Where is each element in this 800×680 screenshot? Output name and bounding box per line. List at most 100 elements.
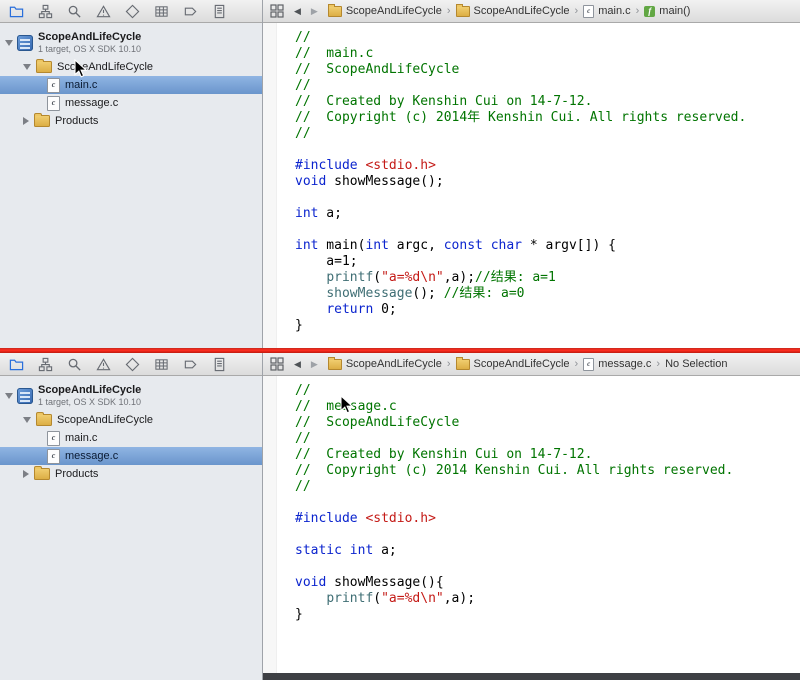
find-navigator-icon[interactable] [66,356,82,372]
code-line[interactable]: // ScopeAndLifeCycle [295,62,800,78]
breadcrumb-item[interactable]: No Selection [665,358,727,370]
code-line[interactable]: // [295,30,800,46]
file-row-main-c[interactable]: main.c [0,76,262,94]
disclosure-open-icon[interactable] [23,417,31,423]
code-view[interactable]: //// message.c// ScopeAndLifeCycle//// C… [277,376,800,680]
code-line[interactable]: a=1; [295,254,800,270]
file-row-message-c[interactable]: message.c [0,447,262,465]
code-line[interactable]: printf("a=%d\n",a);//结果: a=1 [295,270,800,286]
code-line[interactable]: void showMessage(){ [295,575,800,591]
breadcrumb-item[interactable]: ScopeAndLifeCycle [456,358,570,370]
related-items-icon[interactable] [269,356,285,372]
products-row[interactable]: Products [0,465,262,483]
code-line[interactable]: // message.c [295,399,800,415]
code-line[interactable] [295,495,800,511]
debug-navigator-icon[interactable] [153,3,169,19]
report-navigator-icon[interactable] [211,3,227,19]
issue-navigator-icon[interactable] [95,356,111,372]
code-line[interactable]: showMessage(); //结果: a=0 [295,286,800,302]
code-token: showMessage [326,286,412,301]
code-line[interactable]: int a; [295,206,800,222]
disclosure-open-icon[interactable] [5,40,13,46]
disclosure-closed-icon[interactable] [23,470,29,478]
breadcrumb-item[interactable]: main.c [583,5,630,18]
code-line[interactable]: // Created by Kenshin Cui on 14-7-12. [295,94,800,110]
disclosure-open-icon[interactable] [5,393,13,399]
code-token: // [295,30,311,45]
find-navigator-icon[interactable] [66,3,82,19]
code-line[interactable]: // [295,78,800,94]
forward-button[interactable]: ▶ [311,359,318,370]
file-row-main-c[interactable]: main.c [0,429,262,447]
breadcrumb-item[interactable]: ScopeAndLifeCycle [328,5,442,17]
related-items-icon[interactable] [269,3,285,19]
code-line[interactable]: } [295,318,800,334]
code-line[interactable]: // [295,126,800,142]
folder-icon [34,115,50,127]
test-navigator-icon[interactable] [124,356,140,372]
forward-button[interactable]: ▶ [311,6,318,17]
symbol-navigator-icon[interactable] [37,3,53,19]
code-line[interactable]: // Created by Kenshin Cui on 14-7-12. [295,447,800,463]
disclosure-open-icon[interactable] [23,64,31,70]
file-row-message-c[interactable]: message.c [0,94,262,112]
products-row[interactable]: Products [0,112,262,130]
group-row[interactable]: ScopeAndLifeCycle [0,411,262,429]
code-line[interactable]: #include <stdio.h> [295,511,800,527]
code-line[interactable]: // ScopeAndLifeCycle [295,415,800,431]
back-button[interactable]: ◀ [294,359,301,370]
breakpoint-navigator-icon[interactable] [182,356,198,372]
code-line[interactable]: // [295,383,800,399]
breadcrumb-item[interactable]: main() [644,5,690,17]
code-token: char [491,238,522,253]
code-line[interactable]: // Copyright (c) 2014年 Kenshin Cui. All … [295,110,800,126]
project-row[interactable]: ScopeAndLifeCycle 1 target, OS X SDK 10.… [0,28,262,58]
code-line[interactable]: return 0; [295,302,800,318]
breadcrumb-item[interactable]: ScopeAndLifeCycle [456,5,570,17]
code-token [295,286,326,301]
test-navigator-icon[interactable] [124,3,140,19]
source-editor[interactable]: //// main.c// ScopeAndLifeCycle//// Crea… [263,23,800,348]
code-line[interactable] [295,527,800,543]
issue-navigator-icon[interactable] [95,3,111,19]
code-line[interactable]: printf("a=%d\n",a); [295,591,800,607]
breakpoint-navigator-icon[interactable] [182,3,198,19]
editor-pane: ◀ ▶ ScopeAndLifeCycle›ScopeAndLifeCycle›… [263,0,800,348]
project-navigator-icon[interactable] [8,356,24,372]
code-line[interactable]: static int a; [295,543,800,559]
code-line[interactable]: // Copyright (c) 2014 Kenshin Cui. All r… [295,463,800,479]
xcode-window-main-c: ScopeAndLifeCycle 1 target, OS X SDK 10.… [0,0,800,348]
code-line[interactable]: void showMessage(); [295,174,800,190]
code-token: "a=%d\n" [381,270,444,285]
code-line[interactable]: // main.c [295,46,800,62]
code-line[interactable]: // [295,479,800,495]
report-navigator-icon[interactable] [211,356,227,372]
back-button[interactable]: ◀ [294,6,301,17]
debug-navigator-icon[interactable] [153,356,169,372]
code-token: printf [326,591,373,606]
code-view[interactable]: //// main.c// ScopeAndLifeCycle//// Crea… [277,23,800,348]
project-navigator-tree: ScopeAndLifeCycle 1 target, OS X SDK 10.… [0,23,262,130]
code-line[interactable]: // [295,431,800,447]
project-navigator-icon[interactable] [8,3,24,19]
code-line[interactable]: } [295,607,800,623]
products-label: Products [55,468,98,480]
source-editor[interactable]: //// message.c// ScopeAndLifeCycle//// C… [263,376,800,680]
code-line[interactable] [295,190,800,206]
code-line[interactable] [295,222,800,238]
code-token: // ScopeAndLifeCycle [295,62,459,77]
code-token: // Created by Kenshin Cui on 14-7-12. [295,447,592,462]
project-row[interactable]: ScopeAndLifeCycle 1 target, OS X SDK 10.… [0,381,262,411]
code-line[interactable]: #include <stdio.h> [295,158,800,174]
code-token [342,543,350,558]
breadcrumb-item[interactable]: message.c [583,358,651,371]
code-line[interactable]: int main(int argc, const char * argv[]) … [295,238,800,254]
c-file-icon [583,5,594,18]
symbol-navigator-icon[interactable] [37,356,53,372]
code-token: showMessage(){ [326,575,443,590]
breadcrumb-item[interactable]: ScopeAndLifeCycle [328,358,442,370]
code-line[interactable] [295,142,800,158]
disclosure-closed-icon[interactable] [23,117,29,125]
code-line[interactable] [295,559,800,575]
group-row[interactable]: ScopeAndLifeCycle [0,58,262,76]
